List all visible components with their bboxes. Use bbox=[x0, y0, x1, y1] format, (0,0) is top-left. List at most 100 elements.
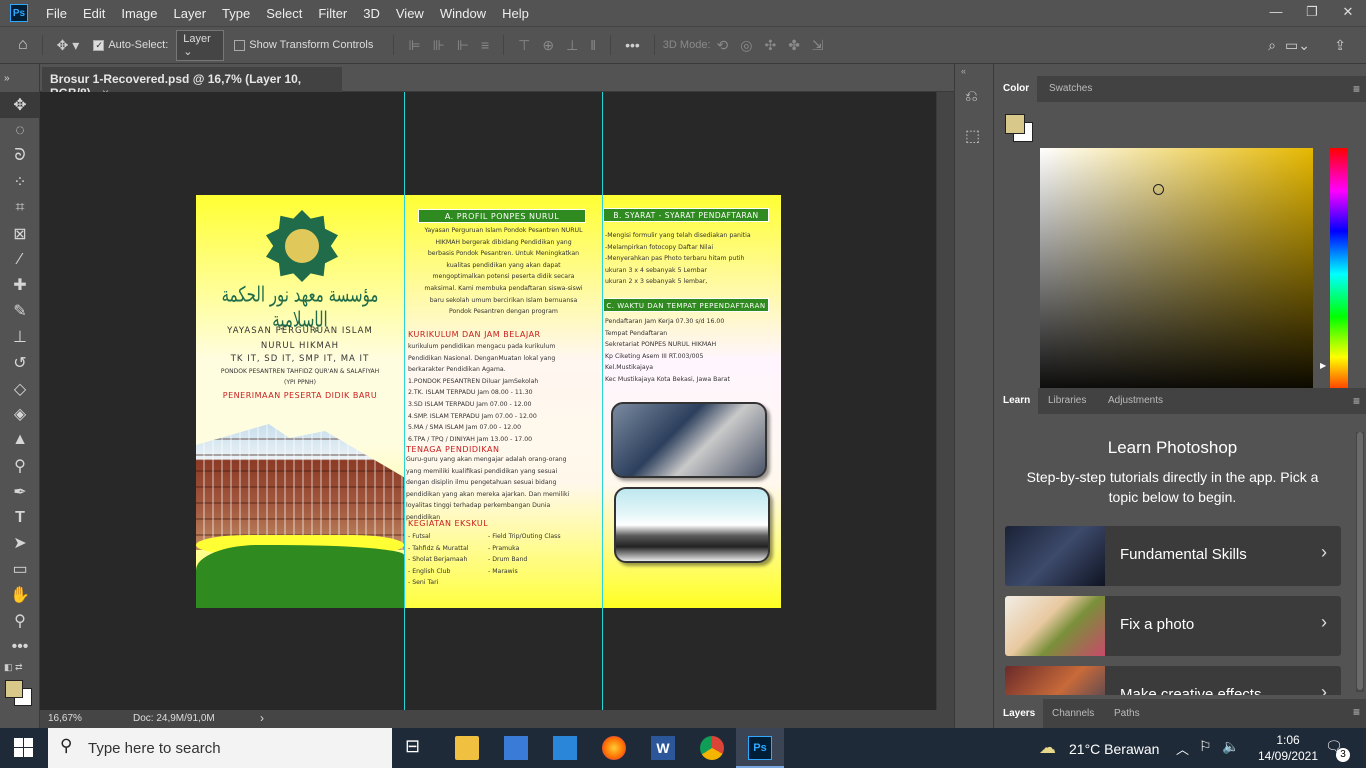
tab-libraries[interactable]: Libraries bbox=[1040, 388, 1094, 414]
eraser-tool-icon[interactable]: ◇ bbox=[0, 376, 40, 402]
menu-type[interactable]: Type bbox=[214, 6, 258, 21]
weather-text[interactable]: 21°C Berawan bbox=[1069, 741, 1159, 757]
healing-brush-tool-icon[interactable]: ✚ bbox=[0, 273, 40, 299]
file-explorer-icon[interactable] bbox=[455, 736, 479, 760]
clock[interactable]: 1:06 14/09/2021 bbox=[1253, 732, 1323, 764]
restore-button[interactable]: ❐ bbox=[1294, 0, 1330, 26]
guide-line-1[interactable] bbox=[404, 92, 405, 710]
history-panel-icon[interactable]: ⎌ bbox=[965, 88, 978, 106]
microsoft-store-icon[interactable] bbox=[504, 736, 528, 760]
home-icon[interactable]: ⌂ bbox=[18, 36, 28, 54]
quick-selection-tool-icon[interactable]: ⁘ bbox=[0, 169, 40, 195]
distribute-icon[interactable]: ≡ bbox=[481, 37, 489, 53]
document-tab[interactable]: Brosur 1-Recovered.psd @ 16,7% (Layer 10… bbox=[42, 67, 342, 100]
show-hidden-icons-icon[interactable]: ︿ bbox=[1176, 739, 1189, 758]
menu-file[interactable]: File bbox=[38, 6, 75, 21]
dodge-tool-icon[interactable]: ⚲ bbox=[0, 453, 40, 479]
taskbar-search-box[interactable]: ⚲ Type here to search bbox=[48, 728, 392, 768]
color-picker-cursor[interactable] bbox=[1153, 184, 1164, 195]
tab-channels[interactable]: Channels bbox=[1044, 699, 1102, 728]
firefox-icon[interactable] bbox=[602, 736, 626, 760]
photoshop-taskbar-button[interactable]: Ps bbox=[736, 728, 784, 768]
history-brush-tool-icon[interactable]: ↺ bbox=[0, 350, 40, 376]
clone-stamp-tool-icon[interactable]: ⊥ bbox=[0, 324, 40, 350]
zoom-tool-icon[interactable]: ⚲ bbox=[0, 608, 40, 634]
pen-tool-icon[interactable]: ✒ bbox=[0, 479, 40, 505]
menu-edit[interactable]: Edit bbox=[75, 6, 113, 21]
zoom-level[interactable]: 16,67% bbox=[48, 713, 82, 724]
foreground-color-chip[interactable] bbox=[1005, 114, 1025, 134]
layers-panel-menu-icon[interactable]: ≡ bbox=[1353, 705, 1360, 719]
align-right-icon[interactable]: ⊩ bbox=[457, 37, 469, 54]
word-icon[interactable]: W bbox=[651, 736, 675, 760]
color-field[interactable] bbox=[1040, 148, 1313, 401]
tab-adjustments[interactable]: Adjustments bbox=[1100, 388, 1171, 414]
menu-select[interactable]: Select bbox=[258, 6, 310, 21]
auto-select-checkbox[interactable] bbox=[93, 39, 105, 51]
volume-icon[interactable]: 🔈 bbox=[1222, 738, 1239, 755]
rectangle-tool-icon[interactable]: ▭ bbox=[0, 556, 40, 582]
align-top-icon[interactable]: ⊤ bbox=[518, 37, 530, 54]
learn-card-fundamental[interactable]: Fundamental Skills › bbox=[1005, 526, 1341, 586]
blur-tool-icon[interactable]: ▲ bbox=[0, 427, 40, 453]
menu-filter[interactable]: Filter bbox=[310, 6, 355, 21]
align-bottom-icon[interactable]: ⊥ bbox=[566, 37, 578, 54]
tab-paths[interactable]: Paths bbox=[1106, 699, 1148, 728]
color-panel-menu-icon[interactable]: ≡ bbox=[1353, 82, 1360, 96]
menu-help[interactable]: Help bbox=[494, 6, 537, 21]
menu-view[interactable]: View bbox=[388, 6, 432, 21]
share-icon[interactable]: ⇪ bbox=[1334, 37, 1346, 54]
3d-panel-icon[interactable]: ⬚ bbox=[965, 126, 980, 146]
collapse-panels-icon[interactable]: « bbox=[961, 66, 966, 76]
minimize-button[interactable]: — bbox=[1258, 0, 1294, 26]
brochure-document[interactable]: مؤسسة معهد نور الحكمة الإسلامية YAYASAN … bbox=[196, 195, 781, 608]
edit-toolbar-icon[interactable]: ••• bbox=[0, 634, 40, 660]
workspace-icon[interactable]: ▭⌄ bbox=[1285, 37, 1310, 54]
chrome-icon[interactable] bbox=[700, 736, 724, 760]
tab-color[interactable]: Color bbox=[995, 76, 1038, 102]
more-options-icon[interactable]: ••• bbox=[625, 37, 640, 53]
path-selection-tool-icon[interactable]: ➤ bbox=[0, 531, 40, 557]
learn-card-fix-photo[interactable]: Fix a photo › bbox=[1005, 596, 1341, 656]
foreground-color-swatch[interactable] bbox=[5, 679, 23, 698]
distribute-vertical-icon[interactable]: ‖ bbox=[590, 37, 596, 53]
paint-bucket-tool-icon[interactable]: ◈ bbox=[0, 402, 40, 428]
3d-roll-icon[interactable]: ◎ bbox=[740, 37, 752, 54]
hand-tool-icon[interactable]: ✋ bbox=[0, 582, 40, 608]
brush-tool-icon[interactable]: ✎ bbox=[0, 298, 40, 324]
crop-tool-icon[interactable]: ⌗ bbox=[0, 195, 40, 221]
menu-layer[interactable]: Layer bbox=[166, 6, 215, 21]
3d-pan-icon[interactable]: ✣ bbox=[764, 37, 776, 54]
marquee-tool-icon[interactable]: ◌ bbox=[0, 118, 40, 144]
tab-layers[interactable]: Layers bbox=[995, 699, 1044, 728]
eyedropper-tool-icon[interactable]: ⁄ bbox=[0, 247, 40, 273]
mail-icon[interactable] bbox=[553, 736, 577, 760]
3d-scale-icon[interactable]: ⇲ bbox=[812, 37, 824, 54]
frame-tool-icon[interactable]: ⊠ bbox=[0, 221, 40, 247]
menu-window[interactable]: Window bbox=[432, 6, 494, 21]
lasso-tool-icon[interactable]: ᘐ bbox=[0, 144, 40, 170]
search-icon[interactable]: ⌕ bbox=[1268, 37, 1276, 54]
auto-select-dropdown[interactable]: Layer ⌄ bbox=[176, 29, 225, 61]
collapse-panel-icon[interactable]: » bbox=[0, 64, 40, 92]
learn-panel-menu-icon[interactable]: ≡ bbox=[1353, 394, 1360, 408]
learn-card-creative[interactable]: Make creative effects › bbox=[1005, 666, 1341, 695]
task-view-icon[interactable]: ⊟ bbox=[405, 736, 429, 760]
3d-slide-icon[interactable]: ✤ bbox=[788, 37, 800, 54]
move-tool-icon[interactable]: ✥ bbox=[0, 92, 40, 118]
vertical-scrollbar[interactable] bbox=[936, 92, 954, 710]
move-tool-preset-icon[interactable]: ✥ ▾ bbox=[57, 37, 80, 54]
hue-slider[interactable] bbox=[1330, 148, 1348, 400]
canvas-area[interactable]: مؤسسة معهد نور الحكمة الإسلامية YAYASAN … bbox=[40, 92, 936, 710]
default-colors-icon[interactable]: ◧ ⇄ bbox=[4, 662, 23, 673]
hue-slider-handle-icon[interactable]: ▶ bbox=[1320, 361, 1326, 370]
menu-3d[interactable]: 3D bbox=[355, 6, 388, 21]
guide-line-2[interactable] bbox=[602, 92, 603, 710]
show-transform-checkbox[interactable] bbox=[234, 39, 246, 51]
network-icon[interactable]: ⚐ bbox=[1199, 738, 1212, 755]
learn-scrollbar[interactable] bbox=[1356, 432, 1364, 692]
type-tool-icon[interactable]: T bbox=[0, 505, 40, 531]
align-middle-icon[interactable]: ⊕ bbox=[542, 37, 554, 54]
windows-start-icon[interactable] bbox=[14, 738, 34, 758]
tab-swatches[interactable]: Swatches bbox=[1041, 76, 1100, 102]
